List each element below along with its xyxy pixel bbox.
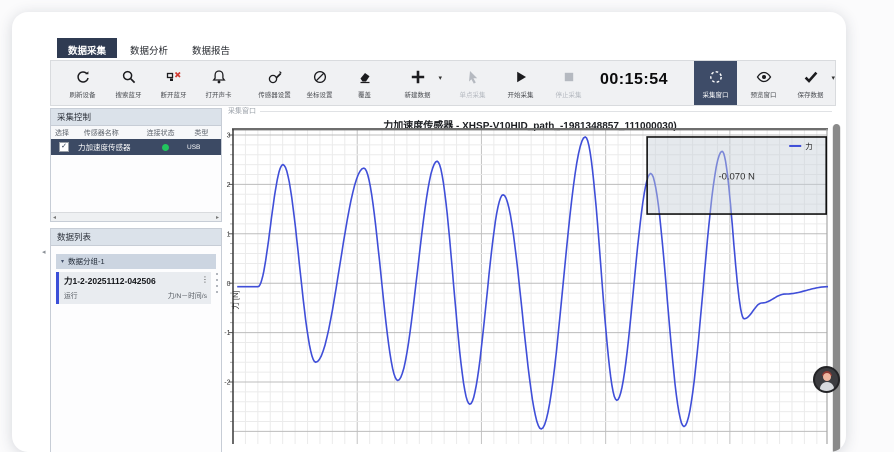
- sensor-type: USB: [187, 144, 200, 151]
- pointer-icon: [465, 68, 481, 87]
- capture-window-label: 采集窗口: [228, 106, 256, 116]
- axis-settings-label: 坐标设置: [307, 89, 333, 99]
- sensor-table-header: 选择传感器名称连接状态类型: [51, 126, 221, 139]
- legend-label: 力: [805, 141, 813, 151]
- axis-config-icon: [312, 68, 328, 87]
- data-group-label: 数据分组-1: [68, 256, 105, 267]
- capture-window-groupbox: 采集窗口: [228, 106, 832, 116]
- tab-data-report[interactable]: 数据报告: [181, 38, 241, 58]
- svg-text:3: 3: [227, 133, 231, 140]
- column-header: 类型: [190, 128, 221, 138]
- new-data-label: 新建数据: [405, 89, 431, 99]
- y-axis-label: 力 [N]: [230, 290, 240, 309]
- check-icon: [803, 68, 819, 87]
- column-header: 传感器名称: [80, 128, 143, 138]
- collection-control-panel: 采集控制 选择传感器名称连接状态类型 ✓力加速度传感器 USB ◂ ▸: [50, 108, 222, 222]
- search-bluetooth-label: 搜索蓝牙: [116, 89, 142, 99]
- collection-control-title: 采集控制: [51, 109, 221, 126]
- start-capture-button[interactable]: 开始采集: [499, 61, 542, 105]
- sensor-settings-button[interactable]: 传感器设置: [253, 61, 296, 105]
- annotation-value: -0.070 N: [718, 172, 755, 183]
- svg-text:2: 2: [227, 182, 231, 189]
- list-scroll-handle[interactable]: [216, 273, 218, 293]
- eye-icon: [756, 68, 772, 87]
- vertical-scrollbar[interactable]: [832, 124, 841, 452]
- disconnect-bluetooth-label: 断开蓝牙: [161, 89, 187, 99]
- dropdown-caret-icon[interactable]: ▾: [832, 74, 836, 82]
- status-dot: [162, 144, 169, 151]
- stop-capture-button[interactable]: 停止采集: [547, 61, 590, 105]
- play-icon: [513, 68, 529, 87]
- data-item-status: 运行: [64, 290, 78, 300]
- sensor-row[interactable]: ✓力加速度传感器 USB: [51, 139, 221, 155]
- disconnect-bluetooth-button[interactable]: 断开蓝牙: [152, 61, 195, 105]
- single-point-capture-button[interactable]: 单点采集: [451, 61, 494, 105]
- bt-disconnect-icon: [166, 68, 182, 87]
- horizontal-scrollbar[interactable]: ◂ ▸: [51, 212, 221, 221]
- data-list-title: 数据列表: [51, 229, 221, 246]
- assistant-avatar-button[interactable]: [813, 366, 840, 393]
- save-data-button[interactable]: ▾保存数据: [789, 61, 832, 105]
- start-capture-label: 开始采集: [508, 89, 534, 99]
- data-group-header[interactable]: ▾ 数据分组-1: [56, 254, 216, 269]
- sensor-table-body: ✓力加速度传感器 USB: [51, 139, 221, 155]
- axis-settings-button[interactable]: 坐标设置: [298, 61, 341, 105]
- svg-text:-2: -2: [224, 380, 230, 387]
- clear-data-button[interactable]: 清除数据: [838, 61, 846, 105]
- dashed-circle-icon: [708, 68, 724, 87]
- svg-text:-1: -1: [224, 330, 230, 337]
- panel-collapse-icon[interactable]: ◂: [42, 248, 46, 256]
- search-icon: [121, 68, 137, 87]
- tab-data-collection[interactable]: 数据采集: [57, 38, 117, 58]
- svg-text:0: 0: [227, 281, 231, 288]
- preview-window-label: 预览窗口: [751, 89, 777, 99]
- dropdown-caret-icon[interactable]: ▾: [438, 74, 442, 82]
- data-list-panel: 数据列表 ▾ 数据分组-1 力1-2-20251112-042506⋮ 运行 力/N…: [50, 228, 222, 452]
- open-soundcard-button[interactable]: 打开声卡: [197, 61, 240, 105]
- app-window: 数据采集数据分析数据报告 刷新设备 搜索蓝牙 断开蓝牙 打开声卡 传感器设置 坐标设置 覆盖…: [12, 12, 846, 452]
- tab-bar: 数据采集数据分析数据报告: [57, 38, 241, 58]
- overlay-button[interactable]: 覆盖: [343, 61, 386, 105]
- scrollbar-thumb[interactable]: [833, 124, 840, 452]
- sensor-settings-label: 传感器设置: [258, 89, 291, 99]
- data-item-axes: 力/N－时间/s: [168, 290, 207, 300]
- groupbox-rule: [260, 111, 832, 112]
- plus-icon: [410, 68, 426, 87]
- save-data-label: 保存数据: [798, 89, 824, 99]
- sensor-config-icon: [267, 68, 283, 87]
- column-header: 选择: [51, 128, 80, 138]
- refresh-device-label: 刷新设备: [70, 89, 96, 99]
- scroll-right-icon[interactable]: ▸: [216, 214, 219, 221]
- data-list-items: 力1-2-20251112-042506⋮ 运行 力/N－时间/s: [51, 272, 221, 304]
- chart-plot-area[interactable]: 3210-1-2力 [N]-0.070 N力: [232, 128, 828, 444]
- tab-data-analysis[interactable]: 数据分析: [119, 38, 179, 58]
- data-list-item[interactable]: 力1-2-20251112-042506⋮ 运行 力/N－时间/s: [56, 272, 211, 304]
- refresh-icon: [75, 68, 91, 87]
- overlay-label: 覆盖: [358, 89, 371, 99]
- chevron-down-icon: ▾: [61, 258, 64, 265]
- toolbar: 刷新设备 搜索蓝牙 断开蓝牙 打开声卡 传感器设置 坐标设置 覆盖 ▾ 新建数据 单点采集 开始采集…: [50, 60, 836, 106]
- capture-window-button[interactable]: 采集窗口: [694, 61, 737, 105]
- column-header: 连接状态: [143, 128, 191, 138]
- stop-icon: [561, 68, 577, 87]
- more-icon[interactable]: ⋮: [201, 275, 209, 284]
- svg-text:1: 1: [227, 231, 231, 238]
- open-soundcard-label: 打开声卡: [206, 89, 232, 99]
- search-bluetooth-button[interactable]: 搜索蓝牙: [107, 61, 150, 105]
- scroll-left-icon[interactable]: ◂: [53, 214, 56, 221]
- single-point-capture-label: 单点采集: [460, 89, 486, 99]
- sensor-checkbox[interactable]: ✓: [59, 142, 69, 152]
- bell-icon: [211, 68, 227, 87]
- sensor-name: 力加速度传感器: [69, 142, 148, 153]
- preview-window-button[interactable]: 预览窗口: [742, 61, 785, 105]
- capture-timer: 00:15:54: [600, 71, 668, 89]
- data-item-title: 力1-2-20251112-042506: [64, 275, 207, 287]
- new-data-button[interactable]: ▾ 新建数据: [396, 61, 439, 105]
- refresh-device-button[interactable]: 刷新设备: [61, 61, 104, 105]
- stop-capture-label: 停止采集: [556, 89, 582, 99]
- eraser-icon: [357, 68, 373, 87]
- capture-window-label: 采集窗口: [703, 89, 729, 99]
- capture-window-panel: 采集窗口 力加速度传感器 - XHSP-V10HID_path_-1981348…: [228, 106, 832, 452]
